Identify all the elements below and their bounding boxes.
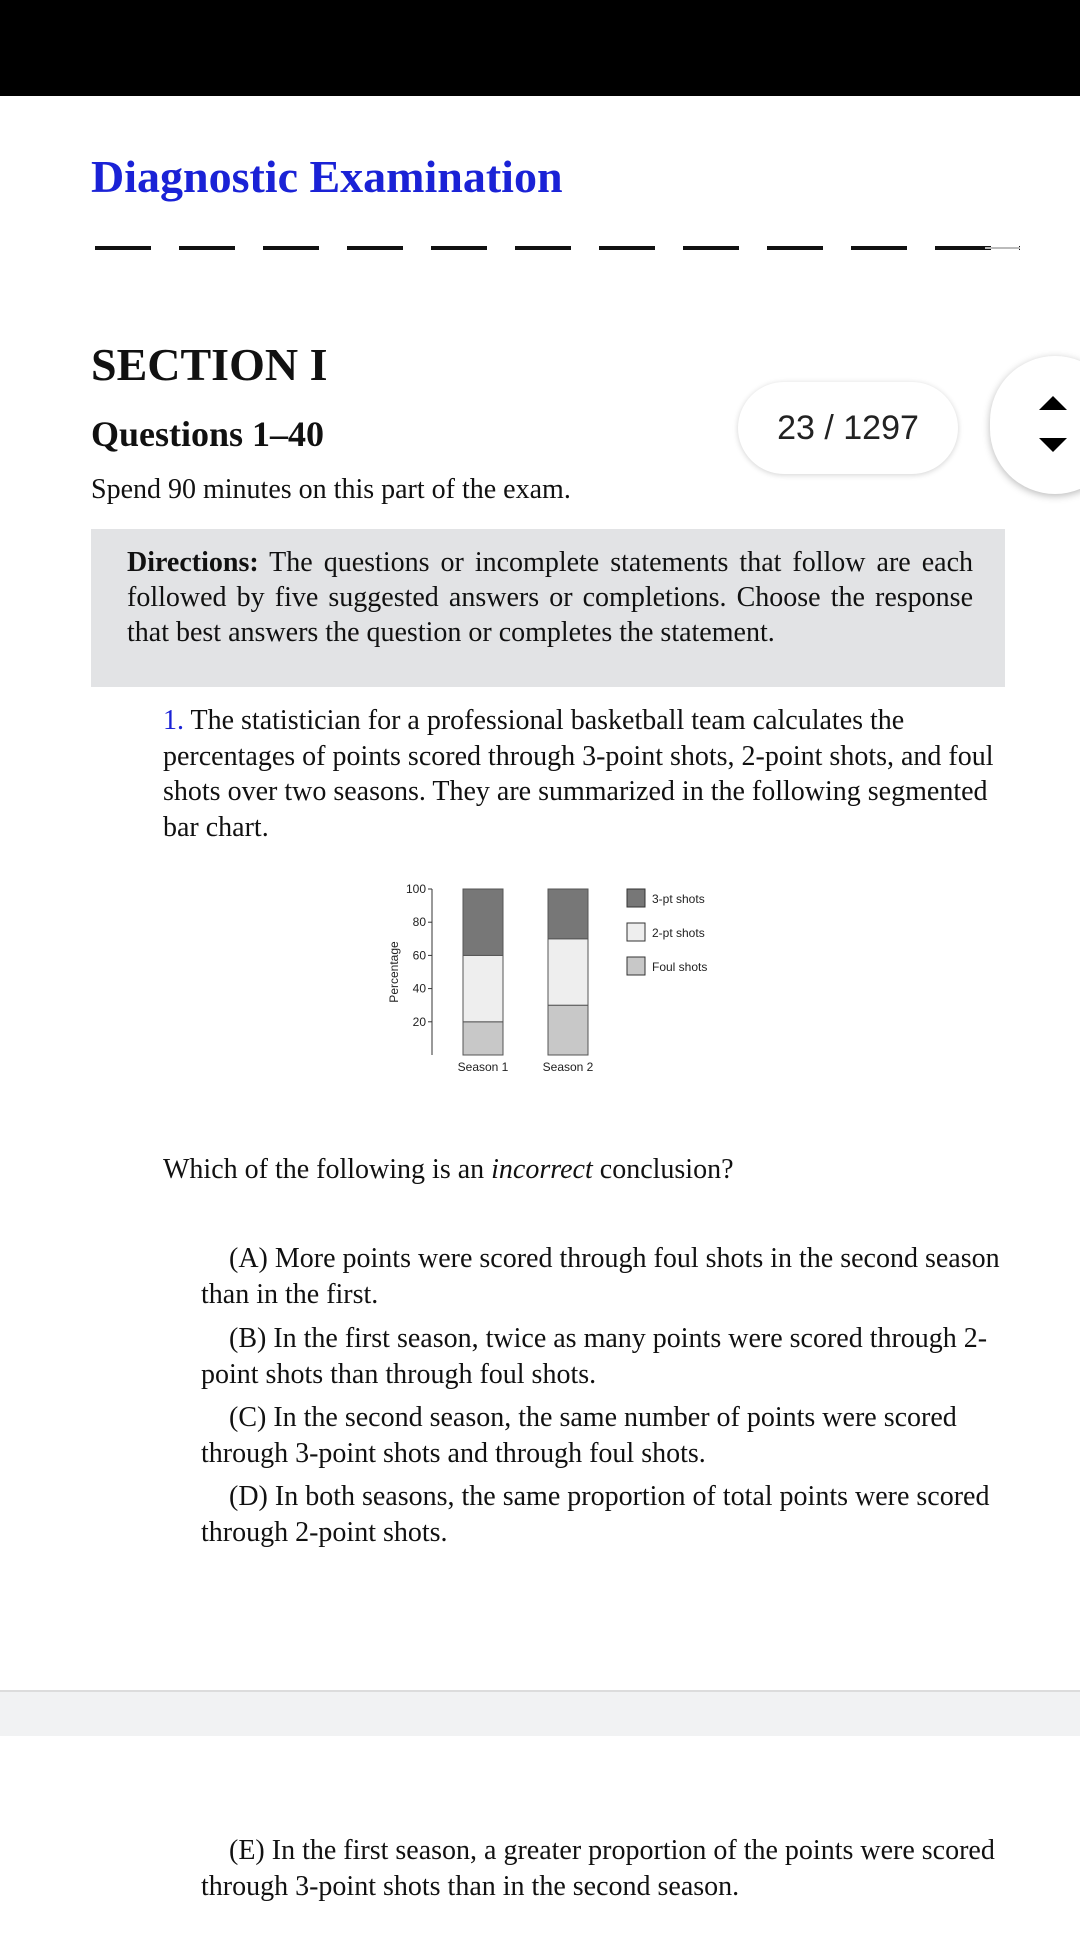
y-tick-label: 40 [413, 982, 427, 996]
section-heading: SECTION I [91, 339, 328, 390]
legend-label: Foul shots [652, 960, 707, 974]
y-tick-label: 60 [413, 948, 427, 962]
directions-box: Directions: The questions or incomplete … [91, 529, 1005, 687]
legend-label: 3-pt shots [652, 892, 705, 906]
scroll-down-arrow-icon [1039, 438, 1067, 452]
question-1-stem: 1. The statistician for a professional b… [163, 703, 1018, 845]
prompt-before: Which of the following is an [163, 1154, 492, 1185]
bar-segment [547, 938, 589, 1006]
choice-e: (E) In the first season, a greater propo… [201, 1835, 995, 1902]
x-tick-label: Season 1 [458, 1060, 509, 1074]
chart-svg: 20 40 60 80 100 Percentage Season 1 Season 2 3-p… [387, 882, 707, 1074]
questions-heading: Questions 1–40 [91, 414, 325, 454]
legend-label: 2-pt shots [652, 926, 705, 940]
choice-c: (C) In the second season, the same numbe… [201, 1402, 957, 1469]
dashed-divider [95, 246, 1020, 250]
legend-swatch [626, 888, 646, 908]
bar-segment [462, 888, 504, 956]
y-tick-label: 80 [413, 915, 427, 929]
page-counter[interactable]: 23 / 1297 [738, 382, 958, 474]
directions-lead: Directions: [127, 547, 259, 578]
bar-segment [462, 1021, 504, 1056]
time-note: Spend 90 minutes on this part of the exa… [91, 474, 571, 505]
directions-text: Directions: The questions or incomplete … [127, 545, 973, 650]
segmented-bar-chart: 20 40 60 80 100 Percentage Season 1 Season 2 3-p… [380, 875, 740, 1080]
page-title: Diagnostic Examination [91, 151, 563, 202]
bar-segment [547, 1004, 589, 1056]
page-gap [0, 1690, 1080, 1738]
choice-a: (A) More points were scored through foul… [201, 1243, 1000, 1310]
bar-segment [547, 888, 589, 940]
bar-segment [462, 954, 504, 1023]
question-prompt: Which of the following is an incorrect c… [163, 1154, 734, 1186]
divider-fade [985, 247, 1020, 249]
legend-swatch [626, 922, 646, 942]
prompt-italic: incorrect [491, 1154, 593, 1185]
question-number: 1. [163, 705, 184, 736]
y-tick-label: 20 [413, 1015, 427, 1029]
y-axis-label: Percentage [387, 941, 401, 1003]
y-tick-label: 100 [406, 882, 426, 896]
page-counter-label: 23 / 1297 [777, 408, 919, 447]
legend-swatch [626, 956, 646, 976]
question-text: The statistician for a professional bask… [163, 705, 994, 843]
choice-b: (B) In the first season, twice as many p… [201, 1323, 988, 1390]
choice-d: (D) In both seasons, the same proportion… [201, 1481, 990, 1548]
x-tick-label: Season 2 [543, 1060, 594, 1074]
prompt-after: conclusion? [592, 1154, 734, 1185]
scroll-up-arrow-icon [1039, 396, 1067, 410]
status-bar [0, 0, 1080, 96]
